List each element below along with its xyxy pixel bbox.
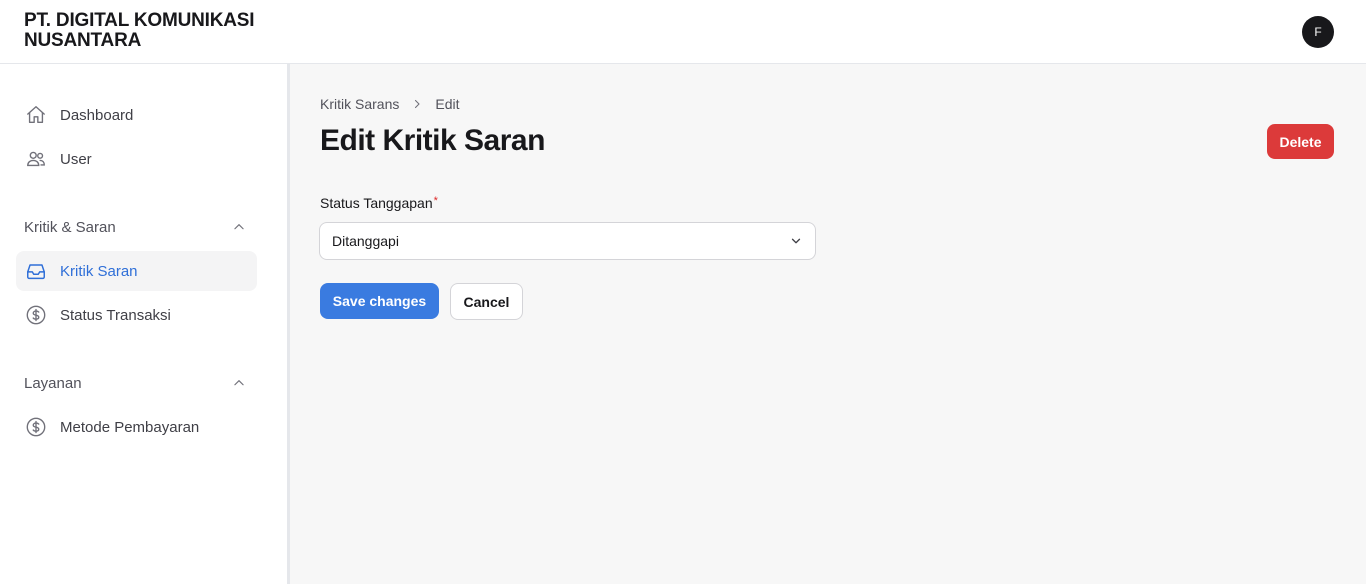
- brand-name: PT. DIGITAL KOMUNIKASI NUSANTARA: [24, 11, 284, 51]
- sidebar-item-label: User: [60, 150, 92, 168]
- status-select-value: Ditanggapi: [332, 233, 399, 249]
- status-field-label: Status Tanggapan*: [320, 195, 438, 211]
- brand-line-2: NUSANTARA: [24, 30, 142, 51]
- sidebar-group-label: Kritik & Saran: [24, 218, 116, 236]
- required-mark: *: [433, 195, 438, 207]
- home-icon: [24, 103, 48, 127]
- inbox-icon: [24, 259, 48, 283]
- sidebar-group-layanan[interactable]: Layanan: [24, 371, 250, 395]
- main-content: Kritik Sarans Edit Edit Kritik Saran Del…: [290, 64, 1366, 584]
- page-title: Edit Kritik Saran: [320, 124, 545, 157]
- sidebar-item-label: Metode Pembayaran: [60, 418, 200, 436]
- cancel-button[interactable]: Cancel: [450, 283, 523, 320]
- sidebar-item-label: Kritik Saran: [60, 262, 138, 280]
- sidebar-group-label: Layanan: [24, 374, 82, 392]
- top-bar: PT. DIGITAL KOMUNIKASI NUSANTARA F: [0, 0, 1366, 64]
- chevron-right-icon: [411, 98, 423, 110]
- chevron-down-icon: [791, 238, 801, 244]
- status-label-text: Status Tanggapan: [320, 195, 433, 211]
- sidebar-item-dashboard[interactable]: Dashboard: [16, 95, 257, 135]
- chevron-up-icon: [234, 380, 244, 386]
- status-select[interactable]: Ditanggapi: [319, 222, 816, 260]
- delete-button[interactable]: Delete: [1267, 124, 1334, 159]
- sidebar-group-kritik-saran[interactable]: Kritik & Saran: [24, 215, 250, 239]
- dollar-circle-icon: [24, 303, 48, 327]
- save-changes-button[interactable]: Save changes: [320, 283, 439, 319]
- breadcrumb-link-kritik-sarans[interactable]: Kritik Sarans: [320, 96, 399, 112]
- users-icon: [24, 147, 48, 171]
- breadcrumb-current: Edit: [435, 96, 460, 112]
- breadcrumb: Kritik Sarans Edit: [320, 96, 459, 112]
- sidebar: Dashboard User Kritik & Saran Kritik Sar…: [0, 64, 287, 584]
- avatar-initial: F: [1314, 25, 1322, 39]
- sidebar-item-label: Status Transaksi: [60, 306, 171, 324]
- sidebar-item-status-transaksi[interactable]: Status Transaksi: [16, 295, 257, 335]
- sidebar-item-label: Dashboard: [60, 106, 134, 124]
- brand-line-1: PT. DIGITAL KOMUNIKASI: [24, 10, 255, 31]
- chevron-up-icon: [234, 224, 244, 230]
- sidebar-item-user[interactable]: User: [16, 139, 257, 179]
- avatar[interactable]: F: [1302, 16, 1334, 48]
- sidebar-item-kritik-saran[interactable]: Kritik Saran: [16, 251, 257, 291]
- sidebar-item-metode-pembayaran[interactable]: Metode Pembayaran: [16, 407, 257, 447]
- dollar-circle-icon: [24, 415, 48, 439]
